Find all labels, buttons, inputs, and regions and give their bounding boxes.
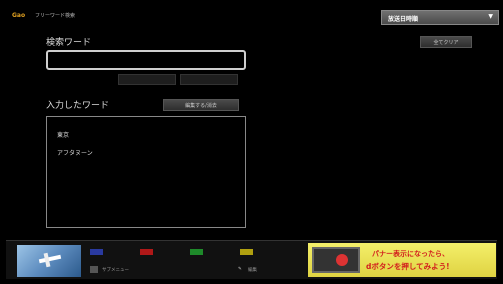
search-word-label: 検索ワード — [46, 38, 92, 48]
green-key-icon[interactable] — [190, 249, 203, 255]
d-button-banner[interactable]: パナー表示になったら、 dボタンを押してみよう! — [308, 243, 496, 277]
red-key-icon[interactable] — [140, 249, 153, 255]
search-word-input[interactable] — [46, 50, 246, 70]
tv-screen: Gao フリーワード検索 放送日時順 ▼ 全てクリア 検索ワード 入力したワード… — [6, 6, 499, 278]
search-sub-button-1[interactable] — [118, 74, 176, 85]
edit-words-label: 編集する/消去 — [185, 103, 217, 109]
program-thumbnail — [17, 245, 81, 277]
footer-bar: サブメニュー ✎ 編集 パナー表示になったら、 dボタンを押してみよう! — [6, 240, 497, 279]
sort-order-label: 放送日時順 — [388, 16, 419, 23]
page-title: フリーワード検索 — [35, 13, 76, 19]
search-sub-button-2[interactable] — [180, 74, 238, 85]
app-logo: Gao — [12, 12, 26, 19]
remote-control-icon — [312, 247, 360, 273]
edit-label: 編集 — [248, 268, 257, 273]
blue-key-icon[interactable] — [90, 249, 103, 255]
yellow-key-icon[interactable] — [240, 249, 253, 255]
pencil-icon[interactable]: ✎ — [238, 267, 242, 272]
entered-words-list: 東京 アフタヌーン — [46, 116, 246, 228]
all-clear-button[interactable]: 全てクリア — [420, 36, 472, 48]
all-clear-label: 全てクリア — [433, 40, 459, 46]
chevron-down-icon: ▼ — [488, 13, 493, 20]
sub-menu-label: サブメニュー — [102, 268, 129, 273]
edit-words-button[interactable]: 編集する/消去 — [163, 99, 239, 111]
menu-button-icon[interactable] — [90, 266, 98, 273]
banner-line-1: パナー表示になったら、 — [372, 250, 449, 258]
banner-line-2: dボタンを押してみよう! — [366, 262, 450, 271]
entered-words-label: 入力したワード — [46, 101, 110, 111]
airplane-image — [38, 254, 62, 264]
sort-order-select[interactable]: 放送日時順 ▼ — [381, 10, 499, 25]
list-item[interactable]: 東京 — [57, 130, 69, 139]
list-item[interactable]: アフタヌーン — [57, 148, 93, 157]
